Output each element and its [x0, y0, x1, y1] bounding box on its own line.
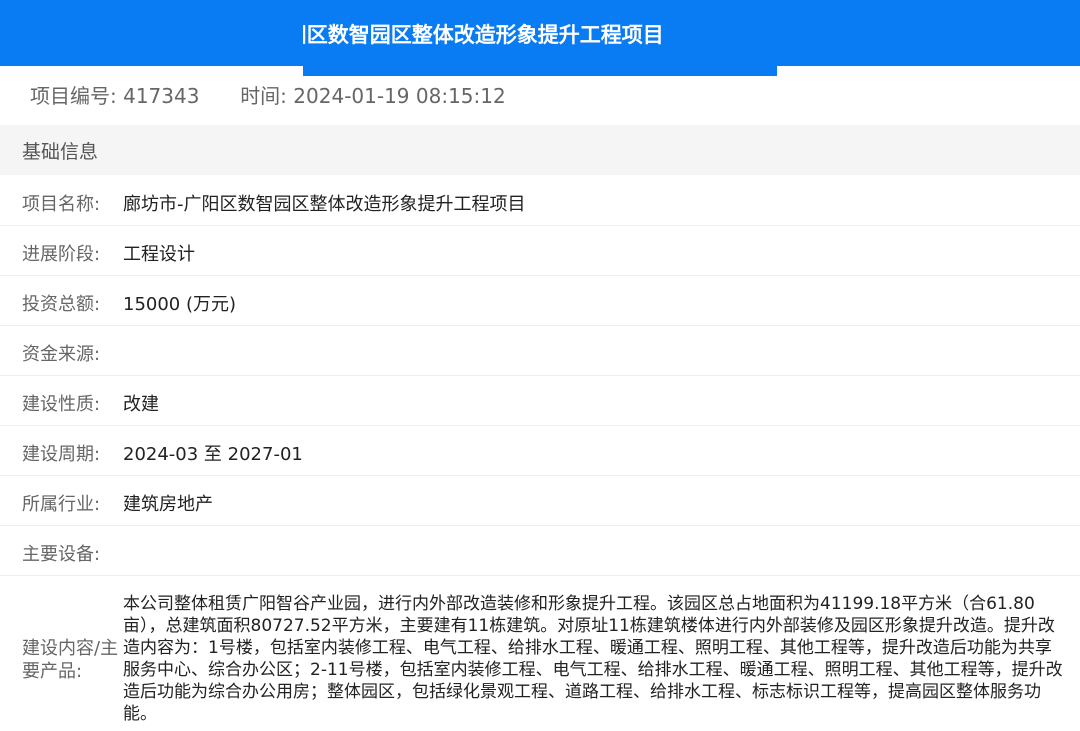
- info-row-equipment: 主要设备:: [0, 526, 1080, 576]
- project-no-value: 417343: [123, 84, 200, 108]
- row-value: 改建: [123, 394, 159, 415]
- row-value: 建筑房地产: [123, 494, 213, 515]
- project-no-label: 项目编号:: [30, 84, 117, 108]
- info-row-investment: 投资总额: 15000 (万元): [0, 276, 1080, 326]
- row-label: 项目名称:: [22, 194, 101, 215]
- project-meta: 项目编号: 417343 时间: 2024-01-19 08:15:12: [30, 80, 506, 109]
- info-row-nature: 建设性质: 改建: [0, 376, 1080, 426]
- row-label: 投资总额:: [22, 294, 101, 315]
- row-label: 主要设备:: [22, 544, 101, 565]
- section-title: 基础信息: [22, 141, 99, 163]
- row-value: 工程设计: [123, 244, 195, 265]
- row-value: 廊坊市-广阳区数智园区整体改造形象提升工程项目: [123, 194, 526, 215]
- description-value: 本公司整体租赁广阳智谷产业园，进行内外部改造装修和形象提升工程。该园区总占地面积…: [123, 594, 1063, 724]
- info-row-industry: 所属行业: 建筑房地产: [0, 476, 1080, 526]
- row-value: 15000 (万元): [123, 294, 237, 315]
- description-label: 建设内容/主要产品:: [22, 638, 119, 682]
- row-label: 进展阶段:: [22, 244, 101, 265]
- row-value: 2024-03 至 2027-01: [123, 444, 303, 465]
- info-row-period: 建设周期: 2024-03 至 2027-01: [0, 426, 1080, 476]
- page-title-text: 廊坊市-广阳区数智园区整体改造形象提升工程项目: [303, 23, 664, 47]
- info-row-funding-source: 资金来源:: [0, 326, 1080, 376]
- row-label: 所属行业:: [22, 494, 101, 515]
- info-row-project-name: 项目名称: 廊坊市-广阳区数智园区整体改造形象提升工程项目: [0, 176, 1080, 226]
- section-header-basic-info: 基础信息: [0, 125, 1080, 175]
- row-label: 建设周期:: [22, 444, 101, 465]
- time-label: 时间:: [240, 84, 287, 108]
- row-label: 资金来源:: [22, 344, 101, 365]
- page-title: 廊坊市-广阳区数智园区整体改造形象提升工程项目: [303, 0, 777, 76]
- info-row-stage: 进展阶段: 工程设计: [0, 226, 1080, 276]
- row-label: 建设性质:: [22, 394, 101, 415]
- time-value: 2024-01-19 08:15:12: [293, 84, 506, 108]
